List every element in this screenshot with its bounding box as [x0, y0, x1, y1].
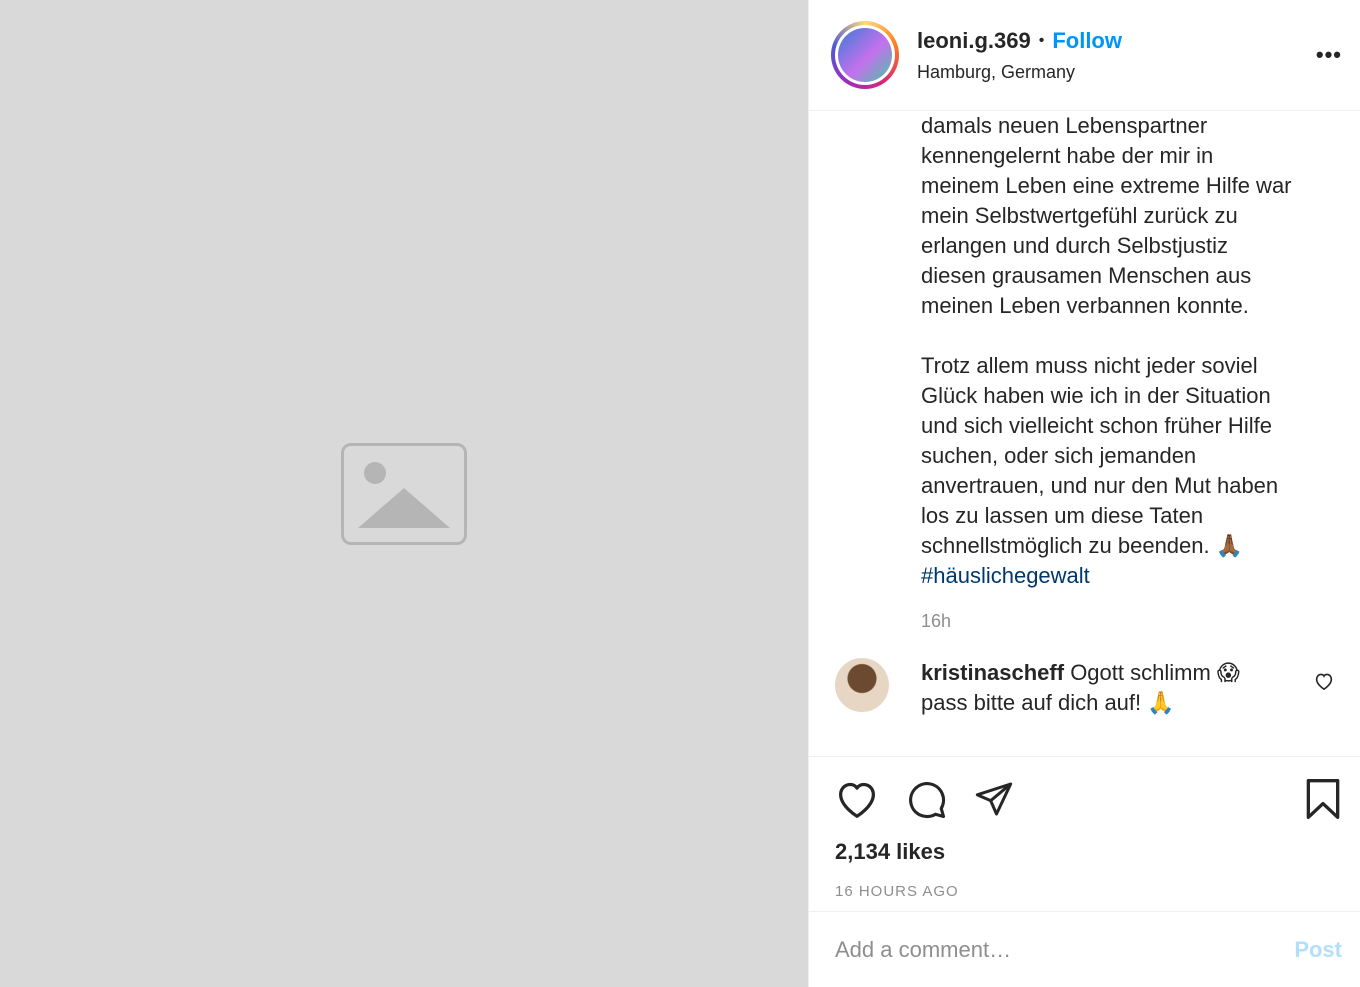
avatar[interactable]: [831, 21, 899, 89]
location-link[interactable]: Hamburg, Germany: [917, 62, 1122, 83]
hashtag-link[interactable]: #häuslichegewalt: [921, 561, 1336, 591]
image-placeholder-icon: [341, 442, 467, 545]
post-comment-button[interactable]: Post: [1294, 937, 1342, 963]
caption-scroll-area[interactable]: damals neuen Lebenspartner kennengelernt…: [809, 111, 1360, 756]
share-icon[interactable]: [973, 779, 1015, 819]
comment-avatar[interactable]: [835, 658, 889, 712]
bookmark-icon[interactable]: [1304, 777, 1342, 826]
comment-input[interactable]: [835, 936, 1295, 963]
small-heart-icon[interactable]: [1314, 672, 1334, 695]
avatar-image: [838, 28, 892, 82]
caption-timestamp[interactable]: 16h: [921, 611, 1336, 632]
add-comment-bar: Post: [809, 911, 1360, 987]
comment-body: kristinascheff Ogott schlimm 😱 pass bitt…: [921, 658, 1281, 718]
action-bar: 2,134 likes 16 HOURS AGO: [809, 756, 1360, 911]
post-sidebar: leoni.g.369 • Follow Hamburg, Germany ••…: [808, 0, 1360, 987]
caption-text: damals neuen Lebenspartner kennengelernt…: [921, 113, 1292, 558]
separator-dot: •: [1038, 31, 1045, 49]
username-link[interactable]: leoni.g.369: [917, 28, 1031, 54]
heart-icon[interactable]: [835, 779, 879, 819]
follow-button[interactable]: Follow: [1052, 28, 1122, 54]
instagram-post: leoni.g.369 • Follow Hamburg, Germany ••…: [0, 0, 1360, 987]
likes-count[interactable]: 2,134 likes: [835, 839, 1340, 865]
post-media[interactable]: [0, 0, 808, 987]
header-text: leoni.g.369 • Follow Hamburg, Germany: [917, 28, 1122, 83]
comment-username-link[interactable]: kristinascheff: [921, 660, 1064, 685]
post-header: leoni.g.369 • Follow Hamburg, Germany ••…: [809, 0, 1360, 111]
comment-icon[interactable]: [905, 778, 947, 820]
more-options-icon[interactable]: •••: [1316, 42, 1342, 68]
comment-item: kristinascheff Ogott schlimm 😱 pass bitt…: [835, 658, 1336, 718]
post-time-ago[interactable]: 16 HOURS AGO: [835, 883, 1340, 900]
